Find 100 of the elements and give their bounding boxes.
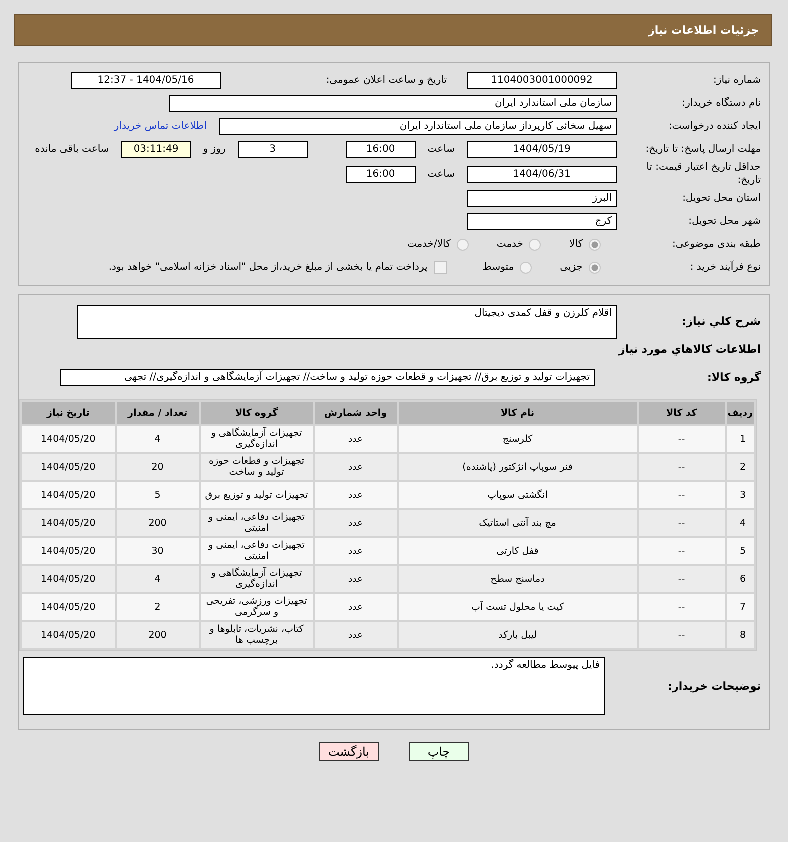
- field-label: مهلت ارسال پاسخ: تا تاریخ:: [644, 143, 761, 156]
- field-label: تاریخ و ساعت اعلان عمومی:: [325, 75, 447, 86]
- field-label: ایجاد کننده درخواست:: [668, 120, 761, 133]
- table-cell: عدد: [314, 538, 397, 564]
- table-cell: 1404/05/20: [22, 510, 115, 536]
- checkbox-label: پرداخت تمام یا بخشی از مبلغ خرید،از محل "اسناد خزانه اسلامی" خواهد بود.: [108, 262, 428, 273]
- radio-label: کالا/خدمت: [407, 239, 451, 250]
- print-button[interactable]: چاپ: [409, 742, 469, 761]
- notes-textarea[interactable]: فایل پیوسط مطالعه گردد.: [23, 657, 605, 715]
- column-header: نام کالا: [398, 402, 637, 424]
- table-cell: --: [638, 622, 725, 648]
- column-header: واحد شمارش: [314, 402, 397, 424]
- validity-date-field[interactable]: 1404/06/31: [467, 166, 617, 182]
- table-cell: --: [638, 482, 725, 508]
- deadline-time-field[interactable]: 16:00: [346, 141, 416, 158]
- table-cell: تجهیزات تولید و توزیع برق: [200, 482, 313, 508]
- field-label: روز و: [202, 144, 227, 155]
- page-title: جزئیات اطلاعات نیاز: [648, 24, 759, 36]
- checkbox[interactable]: [434, 261, 447, 274]
- table-cell: تجهیزات آزمایشگاهی و اندازه‌گیری: [200, 566, 313, 592]
- radio-button[interactable]: [589, 262, 601, 274]
- table-cell: 2: [116, 594, 199, 620]
- table-cell: 1404/05/20: [22, 426, 115, 452]
- field-label: ساعت: [426, 168, 456, 180]
- table-cell: قفل کارتی: [398, 538, 637, 564]
- table-cell: عدد: [314, 566, 397, 592]
- table-cell: تجهیزات دفاعی، ایمنی و امنیتی: [200, 538, 313, 564]
- field-label: توضیحات خریدار:: [667, 680, 761, 692]
- column-header: کد کالا: [638, 402, 725, 424]
- table-cell: عدد: [314, 622, 397, 648]
- remaining-time-field[interactable]: 03:11:49: [121, 141, 192, 158]
- province-field[interactable]: البرز: [467, 190, 617, 207]
- column-header: گروه کالا: [200, 402, 313, 424]
- field-label: شهر محل تحویل:: [688, 215, 761, 228]
- table-cell: --: [638, 538, 725, 564]
- buyer-contact-link[interactable]: اطلاعات تماس خریدار: [114, 121, 207, 132]
- radio-button[interactable]: [520, 262, 532, 274]
- field-label: شماره نیاز:: [712, 74, 761, 87]
- back-button[interactable]: بازگشت: [319, 742, 379, 761]
- section-heading: اطلاعات کالاهاي مورد نياز: [619, 342, 761, 358]
- radio-label: کالا: [569, 239, 583, 250]
- column-header: تعداد / مقدار: [116, 402, 199, 424]
- table-cell: عدد: [314, 426, 397, 452]
- table-cell: کتاب، نشریات، تابلوها و برچسب ها: [200, 622, 313, 648]
- city-field[interactable]: کرج: [467, 213, 617, 230]
- field-label: ساعت باقی مانده: [34, 144, 110, 155]
- table-cell: لیبل بارکد: [398, 622, 637, 648]
- table-cell: 200: [116, 622, 199, 648]
- table-cell: کلرسنج: [398, 426, 637, 452]
- table-cell: --: [638, 510, 725, 536]
- table-cell: 2: [726, 454, 754, 480]
- table-cell: تجهیزات دفاعی، ایمنی و امنیتی: [200, 510, 313, 536]
- table-cell: 4: [726, 510, 754, 536]
- table-cell: 5: [116, 482, 199, 508]
- announce-date-field[interactable]: 1404/05/16 - 12:37: [71, 72, 221, 89]
- table-cell: عدد: [314, 454, 397, 480]
- creator-field[interactable]: سهیل سخائی کارپرداز سازمان ملی استاندارد ایران: [219, 118, 617, 135]
- buyer-field[interactable]: سازمان ملی استاندارد ایران: [169, 95, 617, 112]
- table-cell: 7: [726, 594, 754, 620]
- table-cell: 4: [116, 426, 199, 452]
- table-cell: انگشتی سوپاپ: [398, 482, 637, 508]
- radio-label: متوسط: [482, 262, 514, 273]
- field-label: نوع فرآیند خرید :: [689, 261, 761, 274]
- table-cell: 30: [116, 538, 199, 564]
- table-cell: تجهیزات آزمایشگاهی و اندازه‌گیری: [200, 426, 313, 452]
- table-cell: 200: [116, 510, 199, 536]
- table-cell: تجهیزات ورزشی، تفریحی و سرگرمی: [200, 594, 313, 620]
- radio-label: جزیی: [560, 262, 583, 273]
- table-cell: --: [638, 594, 725, 620]
- field-label: نام دستگاه خریدار:: [681, 97, 761, 110]
- table-cell: 1404/05/20: [22, 566, 115, 592]
- days-field[interactable]: 3: [238, 141, 308, 158]
- table-cell: عدد: [314, 482, 397, 508]
- validity-time-field[interactable]: 16:00: [346, 166, 416, 182]
- table-cell: مچ بند آنتی استاتیک: [398, 510, 637, 536]
- table-cell: 6: [726, 566, 754, 592]
- table-cell: 1404/05/20: [22, 482, 115, 508]
- table-cell: عدد: [314, 510, 397, 536]
- radio-button[interactable]: [529, 238, 542, 250]
- field-label: ساعت: [426, 144, 456, 155]
- table-cell: 1: [726, 426, 754, 452]
- field-label: شرح کلي نياز:: [681, 314, 761, 328]
- description-textarea[interactable]: اقلام کلرزن و قفل کمدی دیجیتال: [77, 305, 617, 339]
- need-number-field[interactable]: 1104003001000092: [467, 72, 617, 89]
- column-header: ردیف: [726, 402, 754, 424]
- table-cell: فنر سوپاپ انژکتور (پاشنده): [398, 454, 637, 480]
- table-cell: 1404/05/20: [22, 454, 115, 480]
- radio-button[interactable]: [589, 238, 601, 250]
- field-label: گروه کالا:: [706, 371, 761, 384]
- deadline-date-field[interactable]: 1404/05/19: [467, 141, 617, 158]
- table-cell: 20: [116, 454, 199, 480]
- radio-button[interactable]: [456, 238, 469, 250]
- table-cell: --: [638, 566, 725, 592]
- table-cell: --: [638, 426, 725, 452]
- table-cell: 1404/05/20: [22, 538, 115, 564]
- table-cell: 1404/05/20: [22, 622, 115, 648]
- goods-group-field[interactable]: تجهیزات تولید و توزیع برق// تجهیزات و قطعات حوزه تولید و ساخت// تجهیزات آزمایشگاهی و اندازه‌گیری// تجهی: [60, 369, 595, 386]
- table-cell: تجهیزات و قطعات حوزه تولید و ساخت: [200, 454, 313, 480]
- field-label: استان محل تحویل:: [682, 192, 761, 205]
- table-cell: کیت یا محلول تست آب: [398, 594, 637, 620]
